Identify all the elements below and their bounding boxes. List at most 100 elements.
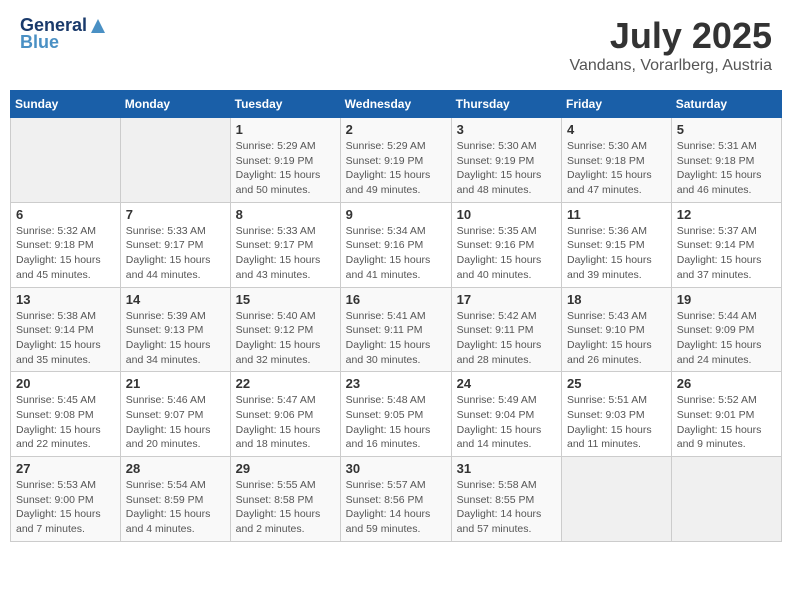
calendar-cell: 31 Sunrise: 5:58 AM Sunset: 8:55 PM Dayli… bbox=[451, 457, 561, 542]
calendar-cell: 13 Sunrise: 5:38 AM Sunset: 9:14 PM Dayli… bbox=[11, 287, 121, 372]
day-number: 4 bbox=[567, 122, 666, 137]
weekday-header-cell: Tuesday bbox=[230, 91, 340, 118]
day-number: 6 bbox=[16, 207, 115, 222]
day-info: Sunrise: 5:29 AM Sunset: 9:19 PM Dayligh… bbox=[236, 139, 335, 198]
calendar-cell: 8Sunrise: 5:33 AM Sunset: 9:17 PM Daylig… bbox=[230, 202, 340, 287]
weekday-header-cell: Friday bbox=[562, 91, 672, 118]
calendar-cell: 30 Sunrise: 5:57 AM Sunset: 8:56 PM Dayli… bbox=[340, 457, 451, 542]
day-info: Sunrise: 5:45 AM Sunset: 9:08 PM Dayligh… bbox=[16, 393, 115, 452]
calendar-cell bbox=[562, 457, 672, 542]
day-info: Sunrise: 5:43 AM Sunset: 9:10 PM Dayligh… bbox=[567, 309, 666, 368]
calendar-cell: 9Sunrise: 5:34 AM Sunset: 9:16 PM Daylig… bbox=[340, 202, 451, 287]
day-info: Sunrise: 5:49 AM Sunset: 9:04 PM Dayligh… bbox=[457, 393, 556, 452]
calendar-cell: 11Sunrise: 5:36 AM Sunset: 9:15 PM Dayli… bbox=[562, 202, 672, 287]
day-info: Sunrise: 5:46 AM Sunset: 9:07 PM Dayligh… bbox=[126, 393, 225, 452]
day-number: 17 bbox=[457, 292, 556, 307]
day-info: Sunrise: 5:32 AM Sunset: 9:18 PM Dayligh… bbox=[16, 224, 115, 283]
calendar-week-row: 13 Sunrise: 5:38 AM Sunset: 9:14 PM Dayli… bbox=[11, 287, 782, 372]
day-number: 31 bbox=[457, 461, 556, 476]
calendar-cell: 17Sunrise: 5:42 AM Sunset: 9:11 PM Dayli… bbox=[451, 287, 561, 372]
day-info: Sunrise: 5:33 AM Sunset: 9:17 PM Dayligh… bbox=[126, 224, 225, 283]
day-number: 13 bbox=[16, 292, 115, 307]
calendar-cell: 22Sunrise: 5:47 AM Sunset: 9:06 PM Dayli… bbox=[230, 372, 340, 457]
calendar-cell: 14Sunrise: 5:39 AM Sunset: 9:13 PM Dayli… bbox=[120, 287, 230, 372]
day-info: Sunrise: 5:35 AM Sunset: 9:16 PM Dayligh… bbox=[457, 224, 556, 283]
day-info: Sunrise: 5:30 AM Sunset: 9:18 PM Dayligh… bbox=[567, 139, 666, 198]
day-number: 11 bbox=[567, 207, 666, 222]
day-number: 15 bbox=[236, 292, 335, 307]
calendar-cell: 18 Sunrise: 5:43 AM Sunset: 9:10 PM Dayli… bbox=[562, 287, 672, 372]
calendar-cell: 19 Sunrise: 5:44 AM Sunset: 9:09 PM Dayli… bbox=[671, 287, 781, 372]
day-info: Sunrise: 5:38 AM Sunset: 9:14 PM Dayligh… bbox=[16, 309, 115, 368]
calendar-cell: 29 Sunrise: 5:55 AM Sunset: 8:58 PM Dayli… bbox=[230, 457, 340, 542]
day-number: 1 bbox=[236, 122, 335, 137]
day-number: 9 bbox=[346, 207, 446, 222]
weekday-header-cell: Thursday bbox=[451, 91, 561, 118]
day-number: 2 bbox=[346, 122, 446, 137]
day-info: Sunrise: 5:31 AM Sunset: 9:18 PM Dayligh… bbox=[677, 139, 776, 198]
calendar-cell: 3Sunrise: 5:30 AM Sunset: 9:19 PM Daylig… bbox=[451, 118, 561, 203]
calendar-week-row: 1 Sunrise: 5:29 AM Sunset: 9:19 PM Daylig… bbox=[11, 118, 782, 203]
calendar-cell: 7 Sunrise: 5:33 AM Sunset: 9:17 PM Daylig… bbox=[120, 202, 230, 287]
weekday-header-cell: Wednesday bbox=[340, 91, 451, 118]
day-number: 23 bbox=[346, 376, 446, 391]
day-number: 18 bbox=[567, 292, 666, 307]
day-number: 8 bbox=[236, 207, 335, 222]
calendar-cell bbox=[671, 457, 781, 542]
day-info: Sunrise: 5:30 AM Sunset: 9:19 PM Dayligh… bbox=[457, 139, 556, 198]
weekday-header-cell: Sunday bbox=[11, 91, 121, 118]
calendar-cell: 24 Sunrise: 5:49 AM Sunset: 9:04 PM Dayli… bbox=[451, 372, 561, 457]
calendar-cell: 28 Sunrise: 5:54 AM Sunset: 8:59 PM Dayli… bbox=[120, 457, 230, 542]
calendar-table: SundayMondayTuesdayWednesdayThursdayFrid… bbox=[10, 90, 782, 542]
day-number: 25 bbox=[567, 376, 666, 391]
day-number: 10 bbox=[457, 207, 556, 222]
day-info: Sunrise: 5:53 AM Sunset: 9:00 PM Dayligh… bbox=[16, 478, 115, 537]
weekday-header-cell: Monday bbox=[120, 91, 230, 118]
day-number: 29 bbox=[236, 461, 335, 476]
calendar-cell: 4 Sunrise: 5:30 AM Sunset: 9:18 PM Daylig… bbox=[562, 118, 672, 203]
day-info: Sunrise: 5:39 AM Sunset: 9:13 PM Dayligh… bbox=[126, 309, 225, 368]
location-subtitle: Vandans, Vorarlberg, Austria bbox=[570, 57, 773, 75]
day-info: Sunrise: 5:40 AM Sunset: 9:12 PM Dayligh… bbox=[236, 309, 335, 368]
day-number: 22 bbox=[236, 376, 335, 391]
logo-icon bbox=[89, 17, 107, 35]
day-number: 28 bbox=[126, 461, 225, 476]
day-info: Sunrise: 5:29 AM Sunset: 9:19 PM Dayligh… bbox=[346, 139, 446, 198]
day-number: 30 bbox=[346, 461, 446, 476]
month-year-title: July 2025 bbox=[570, 15, 773, 57]
day-number: 7 bbox=[126, 207, 225, 222]
calendar-cell: 15 Sunrise: 5:40 AM Sunset: 9:12 PM Dayli… bbox=[230, 287, 340, 372]
day-number: 19 bbox=[677, 292, 776, 307]
calendar-week-row: 6 Sunrise: 5:32 AM Sunset: 9:18 PM Daylig… bbox=[11, 202, 782, 287]
day-number: 26 bbox=[677, 376, 776, 391]
calendar-week-row: 27Sunrise: 5:53 AM Sunset: 9:00 PM Dayli… bbox=[11, 457, 782, 542]
weekday-header-row: SundayMondayTuesdayWednesdayThursdayFrid… bbox=[11, 91, 782, 118]
calendar-cell: 20Sunrise: 5:45 AM Sunset: 9:08 PM Dayli… bbox=[11, 372, 121, 457]
day-info: Sunrise: 5:51 AM Sunset: 9:03 PM Dayligh… bbox=[567, 393, 666, 452]
day-info: Sunrise: 5:55 AM Sunset: 8:58 PM Dayligh… bbox=[236, 478, 335, 537]
calendar-cell: 1 Sunrise: 5:29 AM Sunset: 9:19 PM Daylig… bbox=[230, 118, 340, 203]
day-info: Sunrise: 5:58 AM Sunset: 8:55 PM Dayligh… bbox=[457, 478, 556, 537]
calendar-cell bbox=[120, 118, 230, 203]
calendar-cell bbox=[11, 118, 121, 203]
day-number: 24 bbox=[457, 376, 556, 391]
day-info: Sunrise: 5:48 AM Sunset: 9:05 PM Dayligh… bbox=[346, 393, 446, 452]
calendar-cell: 25 Sunrise: 5:51 AM Sunset: 9:03 PM Dayli… bbox=[562, 372, 672, 457]
calendar-cell: 10 Sunrise: 5:35 AM Sunset: 9:16 PM Dayli… bbox=[451, 202, 561, 287]
calendar-cell: 2 Sunrise: 5:29 AM Sunset: 9:19 PM Daylig… bbox=[340, 118, 451, 203]
calendar-cell: 5 Sunrise: 5:31 AM Sunset: 9:18 PM Daylig… bbox=[671, 118, 781, 203]
day-info: Sunrise: 5:57 AM Sunset: 8:56 PM Dayligh… bbox=[346, 478, 446, 537]
title-block: July 2025 Vandans, Vorarlberg, Austria bbox=[570, 15, 773, 75]
day-info: Sunrise: 5:37 AM Sunset: 9:14 PM Dayligh… bbox=[677, 224, 776, 283]
logo: General Blue bbox=[20, 15, 107, 53]
calendar-cell: 23 Sunrise: 5:48 AM Sunset: 9:05 PM Dayli… bbox=[340, 372, 451, 457]
calendar-cell: 6 Sunrise: 5:32 AM Sunset: 9:18 PM Daylig… bbox=[11, 202, 121, 287]
day-number: 16 bbox=[346, 292, 446, 307]
day-info: Sunrise: 5:41 AM Sunset: 9:11 PM Dayligh… bbox=[346, 309, 446, 368]
day-info: Sunrise: 5:44 AM Sunset: 9:09 PM Dayligh… bbox=[677, 309, 776, 368]
day-info: Sunrise: 5:54 AM Sunset: 8:59 PM Dayligh… bbox=[126, 478, 225, 537]
day-number: 5 bbox=[677, 122, 776, 137]
page-header: General Blue July 2025 Vandans, Vorarlbe… bbox=[10, 10, 782, 80]
calendar-week-row: 20Sunrise: 5:45 AM Sunset: 9:08 PM Dayli… bbox=[11, 372, 782, 457]
day-number: 21 bbox=[126, 376, 225, 391]
